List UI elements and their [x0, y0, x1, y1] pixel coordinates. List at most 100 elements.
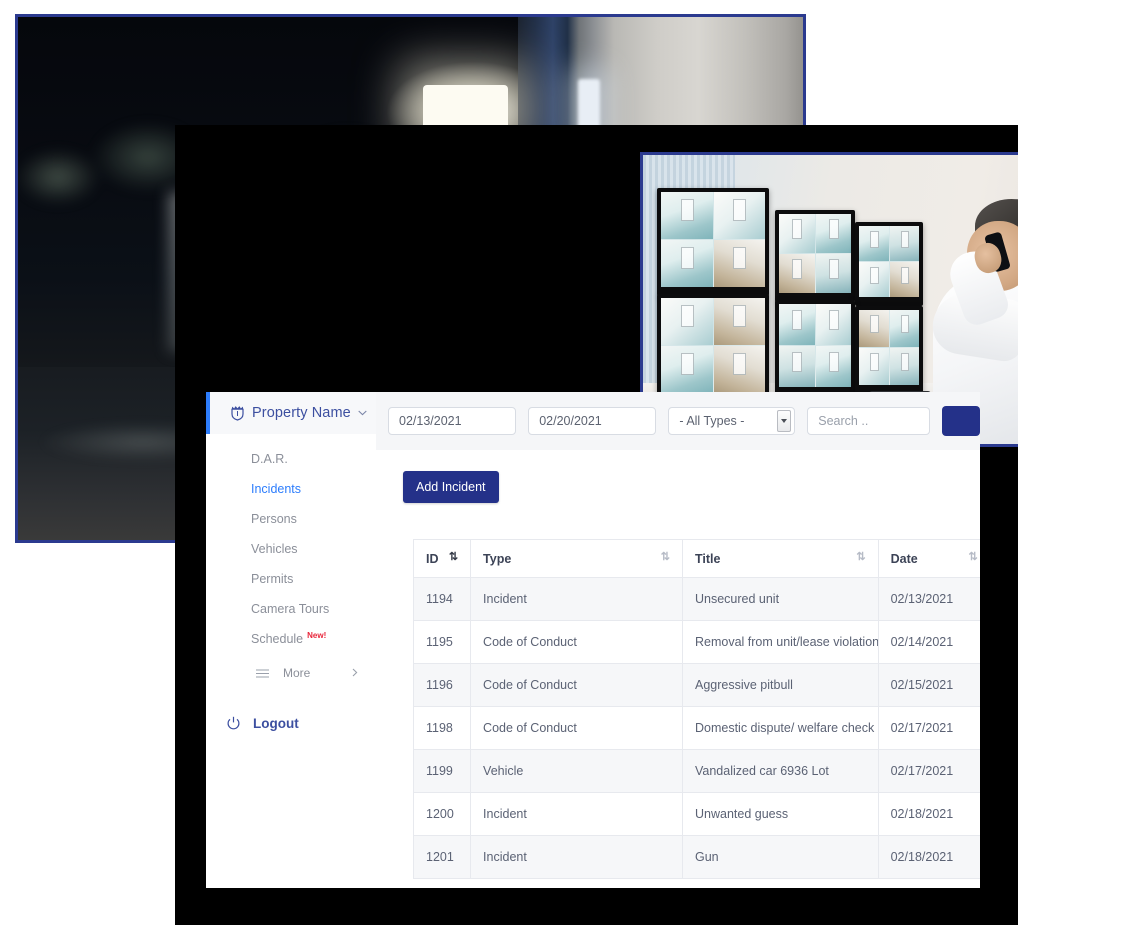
column-label: Date — [890, 551, 918, 566]
sidebar-item-persons[interactable]: Persons — [206, 504, 376, 534]
cell-date: 02/18/2021 — [877, 835, 980, 879]
table-header-row: ID ⇅ Type ⇅ Title ⇅ Date ⇅ — [413, 539, 980, 578]
app-sidebar: Property Name D.A.R. Incidents Persons V… — [206, 392, 376, 888]
cell-title: Unwanted guess — [681, 792, 879, 836]
cell-id: 1200 — [413, 792, 472, 836]
incidents-table-body: 1194 Incident Unsecured unit 02/13/2021 … — [413, 577, 980, 879]
table-row[interactable]: 1200 Incident Unwanted guess 02/18/2021 — [413, 792, 980, 836]
cell-title: Vandalized car 6936 Lot — [681, 749, 879, 793]
chevron-right-icon — [352, 666, 358, 680]
cctv-monitor — [855, 222, 923, 306]
sidebar-item-label: Persons — [251, 512, 297, 526]
cell-date: 02/17/2021 — [877, 749, 980, 793]
cell-title: Aggressive pitbull — [681, 663, 879, 707]
sidebar-more-label: More — [283, 666, 311, 680]
end-date-value: 02/20/2021 — [539, 414, 602, 428]
cell-title: Unsecured unit — [681, 577, 879, 621]
table-row[interactable]: 1195 Code of Conduct Removal from unit/l… — [413, 620, 980, 664]
sidebar-item-dar[interactable]: D.A.R. — [206, 444, 376, 474]
sort-updown-icon[interactable]: ⇅ — [449, 551, 458, 563]
column-header-title[interactable]: Title ⇅ — [681, 539, 879, 578]
cell-type: Vehicle — [470, 749, 683, 793]
column-header-type[interactable]: Type ⇅ — [470, 539, 683, 578]
column-label: Type — [483, 551, 512, 566]
shield-icon — [230, 405, 245, 421]
cell-id: 1195 — [413, 620, 472, 664]
sidebar-item-label: Vehicles — [251, 542, 298, 556]
sidebar-item-label: Camera Tours — [251, 602, 330, 616]
new-badge: New! — [307, 630, 327, 640]
sort-updown-icon[interactable]: ⇅ — [856, 551, 865, 563]
sidebar-item-label: Permits — [251, 572, 294, 586]
hamburger-icon — [256, 668, 269, 678]
property-selector[interactable]: Property Name — [206, 392, 376, 434]
sidebar-item-schedule[interactable]: Schedule New! — [206, 624, 376, 654]
sidebar-item-camera-tours[interactable]: Camera Tours — [206, 594, 376, 624]
column-label: ID — [426, 551, 439, 566]
cell-type: Incident — [470, 577, 683, 621]
start-date-value: 02/13/2021 — [399, 414, 462, 428]
sidebar-item-label: D.A.R. — [251, 452, 288, 466]
column-header-id[interactable]: ID ⇅ — [413, 539, 472, 578]
start-date-input[interactable]: 02/13/2021 — [388, 407, 517, 435]
column-header-date[interactable]: Date ⇅ — [877, 539, 980, 578]
type-filter-value: - All Types - — [679, 414, 745, 428]
right-white-gutter — [1018, 125, 1128, 926]
cell-type: Code of Conduct — [470, 663, 683, 707]
search-input[interactable]: Search .. — [807, 407, 930, 435]
filter-bar: 02/13/2021 02/20/2021 - All Types - Sear… — [376, 392, 980, 450]
sidebar-nav: D.A.R. Incidents Persons Vehicles Permit… — [206, 434, 376, 688]
sidebar-item-label: Schedule — [251, 632, 304, 646]
cell-date: 02/13/2021 — [877, 577, 980, 621]
cell-title: Gun — [681, 835, 879, 879]
cctv-monitor — [855, 306, 923, 394]
chevron-down-icon — [358, 410, 367, 416]
cell-type: Code of Conduct — [470, 620, 683, 664]
cctv-monitor — [775, 300, 855, 396]
type-filter-select[interactable]: - All Types - — [668, 407, 796, 435]
table-row[interactable]: 1199 Vehicle Vandalized car 6936 Lot 02/… — [413, 749, 980, 793]
cctv-monitor-wall — [657, 170, 967, 410]
cell-type: Incident — [470, 792, 683, 836]
table-row[interactable]: 1196 Code of Conduct Aggressive pitbull … — [413, 663, 980, 707]
incidents-table-wrapper: ID ⇅ Type ⇅ Title ⇅ Date ⇅ 1194 Incident… — [413, 539, 980, 888]
sort-updown-icon[interactable]: ⇅ — [968, 551, 977, 563]
cell-date: 02/18/2021 — [877, 792, 980, 836]
cell-date: 02/17/2021 — [877, 706, 980, 750]
cell-type: Incident — [470, 835, 683, 879]
incidents-table: ID ⇅ Type ⇅ Title ⇅ Date ⇅ 1194 Incident… — [413, 539, 980, 879]
cctv-monitor — [775, 210, 855, 302]
cell-id: 1201 — [413, 835, 472, 879]
cctv-monitor — [657, 188, 769, 296]
cell-title: Domestic dispute/ welfare check — [681, 706, 879, 750]
end-date-input[interactable]: 02/20/2021 — [528, 407, 657, 435]
cell-id: 1196 — [413, 663, 472, 707]
sidebar-item-permits[interactable]: Permits — [206, 564, 376, 594]
search-placeholder: Search .. — [818, 414, 869, 428]
sidebar-item-vehicles[interactable]: Vehicles — [206, 534, 376, 564]
cctv-monitor — [657, 294, 769, 402]
cell-id: 1194 — [413, 577, 472, 621]
logout-button[interactable]: Logout — [206, 706, 376, 740]
cell-date: 02/15/2021 — [877, 663, 980, 707]
cell-type: Code of Conduct — [470, 706, 683, 750]
power-icon — [226, 716, 241, 731]
sidebar-item-label: Incidents — [251, 482, 302, 496]
dropdown-arrow-icon[interactable] — [777, 410, 792, 432]
cell-id: 1198 — [413, 706, 472, 750]
sidebar-item-incidents[interactable]: Incidents — [206, 474, 376, 504]
table-row[interactable]: 1201 Incident Gun 02/18/2021 — [413, 835, 980, 879]
logout-label: Logout — [253, 715, 299, 731]
property-title: Property Name — [252, 405, 351, 421]
cell-id: 1199 — [413, 749, 472, 793]
incidents-content-card: Add Incident ID ⇅ Type ⇅ Title ⇅ Date ⇅ … — [376, 450, 980, 888]
table-row[interactable]: 1198 Code of Conduct Domestic dispute/ w… — [413, 706, 980, 750]
sidebar-item-more[interactable]: More — [206, 658, 376, 688]
table-row[interactable]: 1194 Incident Unsecured unit 02/13/2021 — [413, 577, 980, 621]
add-incident-button[interactable]: Add Incident — [403, 471, 499, 503]
search-submit-button[interactable] — [941, 406, 980, 436]
composite-stage: SECURITY SECURITY — [0, 0, 1128, 926]
cell-title: Removal from unit/lease violation — [681, 620, 879, 664]
cell-date: 02/14/2021 — [877, 620, 980, 664]
sort-updown-icon[interactable]: ⇅ — [661, 551, 670, 563]
